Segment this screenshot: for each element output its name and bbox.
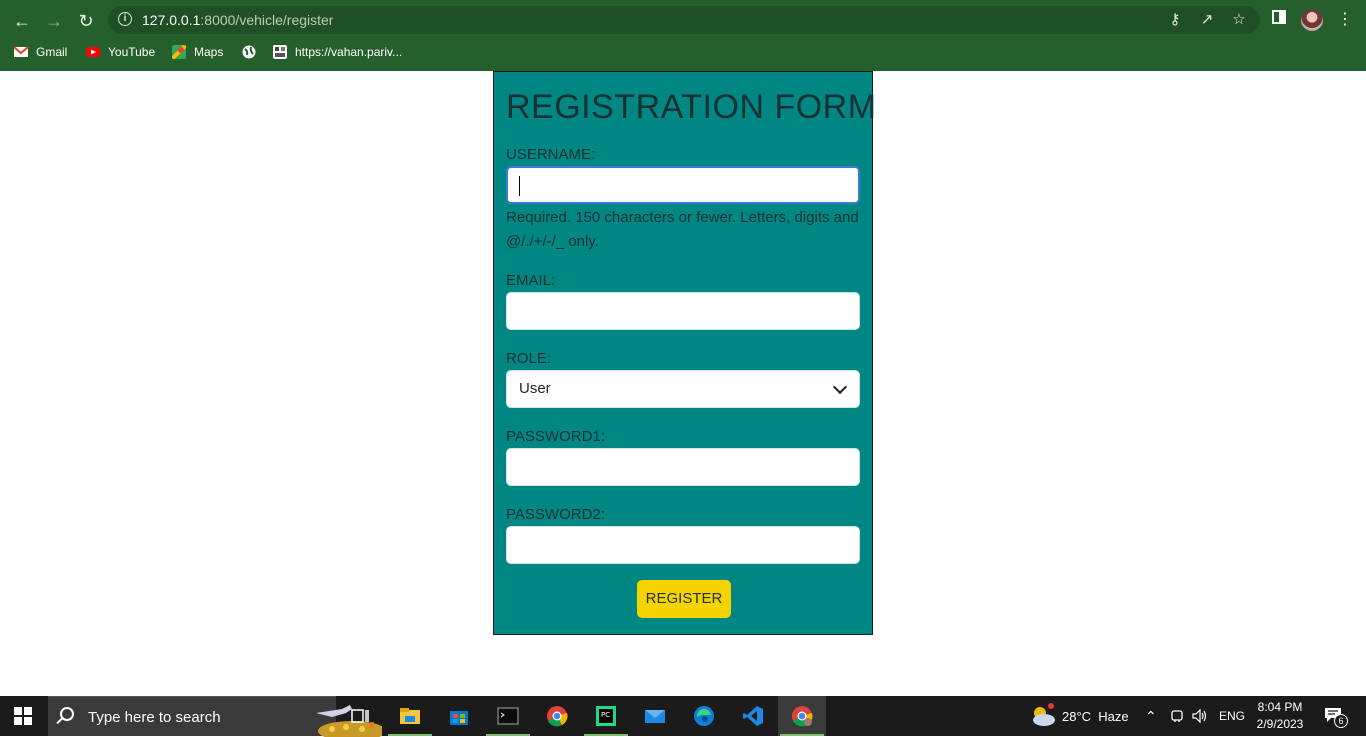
url-path: :8000/vehicle/register (200, 12, 334, 28)
bookmark-youtube[interactable]: YouTube (86, 44, 155, 60)
registration-card: REGISTRATION FORM USERNAME: Required. 15… (493, 71, 876, 635)
windows-start-icon[interactable] (14, 707, 32, 725)
password2-label: PASSWORD2: (506, 506, 605, 523)
vahan-site-icon (273, 45, 287, 59)
form-title: REGISTRATION FORM (506, 88, 877, 126)
maps-icon (172, 45, 186, 59)
bookmark-label: YouTube (108, 45, 156, 59)
search-placeholder: Type here to search (88, 709, 221, 726)
language-indicator[interactable]: ENG (1219, 696, 1245, 736)
bookmark-label: Maps (194, 45, 224, 59)
windows-taskbar: Type here to search PC 28°C Haze ⌃ ENG 8… (0, 696, 1366, 737)
username-input[interactable] (506, 166, 860, 204)
clock-time: 8:04 PM (1257, 700, 1303, 714)
mail-icon (645, 710, 665, 723)
chrome-icon (547, 706, 568, 727)
weather-text: 28°C Haze (1062, 709, 1129, 724)
bookmark-label: https://vahan.pariv... (295, 45, 403, 59)
edge-icon (694, 706, 714, 726)
text-caret (519, 176, 520, 196)
profile-avatar[interactable] (1301, 9, 1323, 31)
task-view-button[interactable] (336, 696, 384, 736)
volume-icon[interactable] (1190, 696, 1210, 736)
chrome-icon (792, 706, 813, 727)
chrome-active-button[interactable] (778, 696, 826, 736)
microsoft-store-button[interactable] (435, 696, 483, 736)
terminal-icon (497, 707, 519, 725)
notification-count-badge: 6 (1334, 714, 1348, 728)
share-icon[interactable]: ↗ (1198, 11, 1216, 29)
address-url[interactable]: 127.0.0.1:8000/vehicle/register (142, 12, 333, 28)
taskbar-search[interactable]: Type here to search (48, 696, 382, 737)
password1-label: PASSWORD1: (506, 428, 605, 445)
more-menu-icon[interactable]: ⋮ (1333, 8, 1357, 32)
back-arrow-icon[interactable]: ← (9, 8, 35, 34)
weather-widget[interactable]: 28°C Haze (1028, 696, 1138, 736)
password1-input[interactable] (506, 448, 860, 486)
forward-arrow-icon[interactable]: → (41, 8, 67, 34)
system-clock[interactable]: 8:04 PM 2/9/2023 (1252, 699, 1308, 733)
store-icon (450, 711, 468, 725)
star-icon[interactable]: ☆ (1230, 11, 1248, 29)
network-icon[interactable] (1168, 696, 1186, 736)
gmail-icon (14, 46, 28, 57)
edge-button[interactable] (680, 696, 728, 736)
browser-toolbar: ← → ↻ i 127.0.0.1:8000/vehicle/register … (0, 0, 1366, 40)
address-bar[interactable]: i 127.0.0.1:8000/vehicle/register ⚷ ↗ ☆ (108, 6, 1260, 34)
pycharm-button[interactable]: PC (582, 696, 630, 736)
clock-date: 2/9/2023 (1256, 717, 1304, 731)
role-selected-value: User (519, 380, 551, 397)
pycharm-icon: PC (596, 706, 616, 726)
url-host: 127.0.0.1 (142, 12, 201, 28)
globe-icon (242, 45, 256, 59)
role-select[interactable]: User (506, 370, 860, 408)
terminal-button[interactable] (484, 696, 532, 736)
task-view-icon (351, 709, 369, 723)
chrome-button[interactable] (533, 696, 581, 736)
site-info-icon[interactable]: i (118, 12, 132, 26)
weather-haze-icon (1033, 703, 1055, 726)
search-icon (60, 707, 74, 721)
bookmark-globe[interactable] (242, 44, 256, 60)
username-label: USERNAME: (506, 146, 596, 163)
folder-icon (400, 708, 420, 724)
chevron-down-icon (832, 379, 848, 395)
svg-text:PC: PC (601, 711, 610, 719)
side-panel-icon[interactable] (1267, 8, 1291, 32)
vscode-button[interactable] (729, 696, 777, 736)
file-explorer-button[interactable] (386, 696, 434, 736)
notification-center-icon[interactable]: 6 (1322, 696, 1348, 736)
browser-chrome: ← → ↻ i 127.0.0.1:8000/vehicle/register … (0, 0, 1366, 71)
role-label: ROLE: (506, 350, 552, 367)
vscode-icon (743, 706, 763, 726)
email-label: EMAIL: (506, 272, 556, 289)
mail-button[interactable] (631, 696, 679, 736)
register-button[interactable]: REGISTER (637, 580, 731, 618)
password2-input[interactable] (506, 526, 860, 564)
bookmarks-bar: Gmail YouTube Maps https://vahan.pariv..… (0, 40, 1366, 64)
username-help-text: Required. 150 characters or fewer. Lette… (506, 209, 859, 250)
bookmark-maps[interactable]: Maps (172, 44, 223, 60)
bookmark-label: Gmail (36, 45, 68, 59)
bookmark-vahan[interactable]: https://vahan.pariv... (273, 44, 402, 60)
key-icon[interactable]: ⚷ (1166, 11, 1184, 29)
reload-icon[interactable]: ↻ (73, 8, 99, 34)
show-hidden-icons-chevron-icon[interactable]: ⌃ (1145, 696, 1161, 736)
email-input[interactable] (506, 292, 860, 330)
youtube-icon (86, 47, 100, 57)
bookmark-gmail[interactable]: Gmail (14, 44, 67, 60)
